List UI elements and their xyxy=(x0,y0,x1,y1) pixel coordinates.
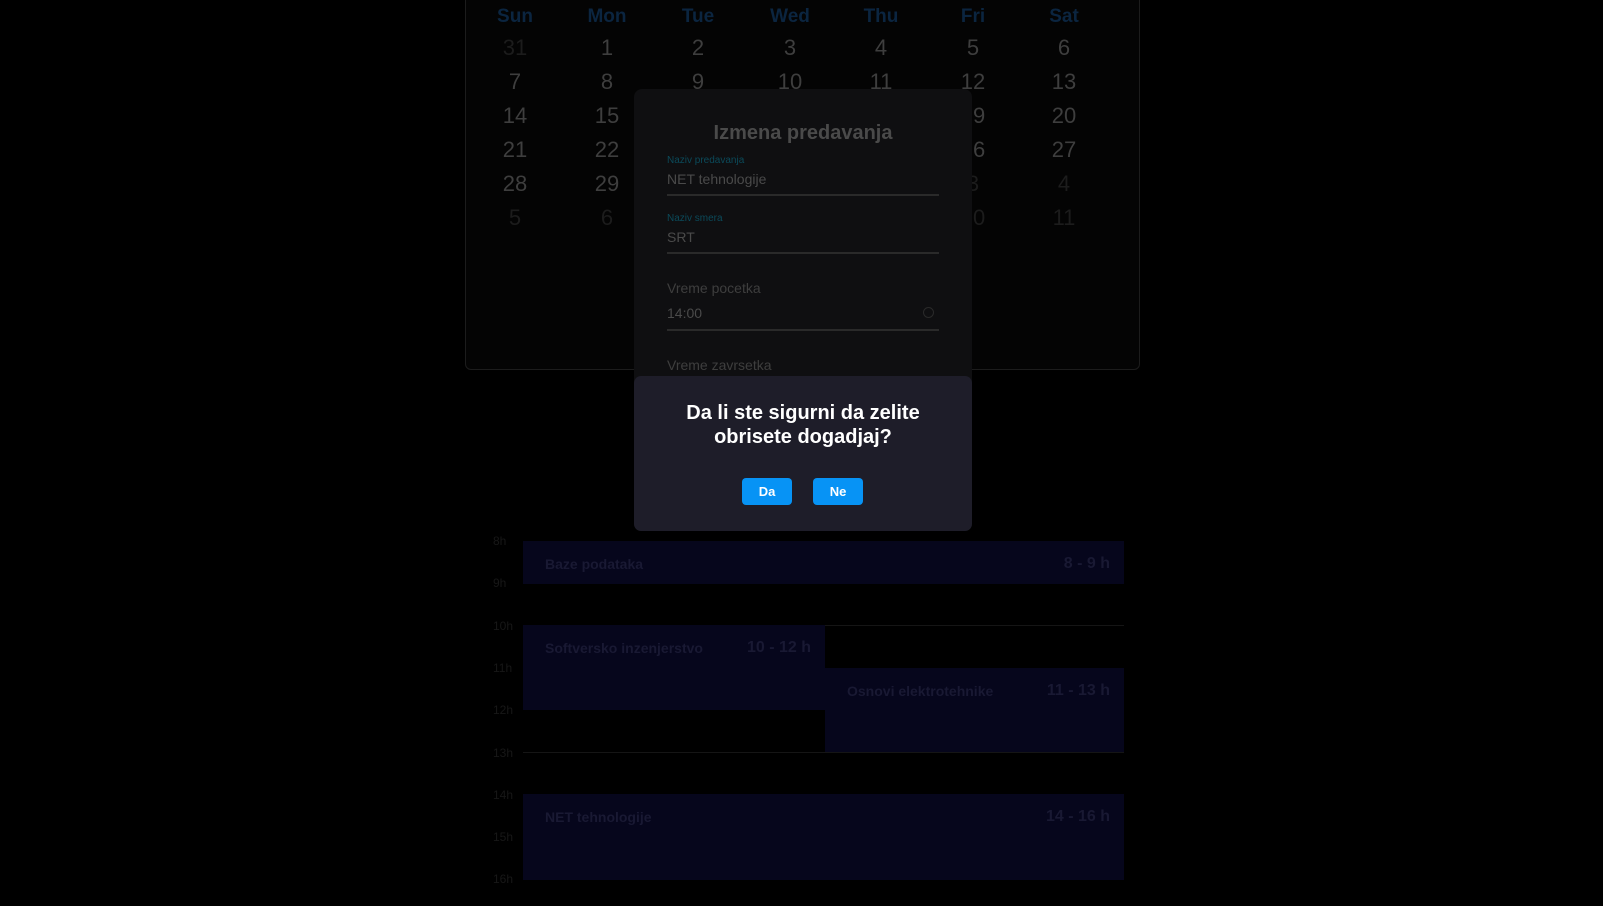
calendar-day[interactable]: 28 xyxy=(475,171,555,197)
calendar-day[interactable]: 7 xyxy=(475,69,555,95)
start-time-input[interactable]: 14:00 xyxy=(667,305,702,321)
hour-label: 13h xyxy=(493,745,514,760)
hour-label: 16h xyxy=(493,872,514,887)
event-time: 14 - 16 h xyxy=(1045,808,1110,825)
event-softversko-inzenjerstvo[interactable]: Softversko inzenjerstvo 10 - 12 h xyxy=(523,625,825,710)
event-time: 8 - 9 h xyxy=(1063,555,1110,572)
calendar-day[interactable]: 13 xyxy=(1024,69,1104,95)
program-underline xyxy=(667,252,939,254)
course-name-label: Naziv predavanja xyxy=(667,155,745,166)
end-time-label: Vreme zavrsetka xyxy=(667,357,772,373)
event-time: 11 - 13 h xyxy=(1046,682,1110,699)
event-time: 10 - 12 h xyxy=(746,639,811,656)
calendar-day[interactable]: 20 xyxy=(1024,103,1104,129)
day-timeline: 8h 9h 10h 11h 12h 13h 14h 15h 16h Baze podataka … xyxy=(472,505,1138,906)
calendar-day[interactable]: 31 xyxy=(475,35,555,61)
calendar-day[interactable]: 4 xyxy=(841,35,921,61)
hour-label: 11h xyxy=(493,660,513,675)
calendar-day[interactable]: 2 xyxy=(658,35,738,61)
weekday-label: Wed xyxy=(770,6,810,27)
event-title: Osnovi elektrotehnike xyxy=(847,683,994,699)
confirm-yes-button[interactable]: Da xyxy=(742,478,792,505)
weekday-label: Thu xyxy=(863,6,899,27)
weekday-label: Sun xyxy=(497,6,533,27)
event-title: Baze podataka xyxy=(545,556,644,572)
calendar-day[interactable]: 6 xyxy=(1024,35,1104,61)
hour-label: 10h xyxy=(493,618,514,633)
calendar-day[interactable]: 1 xyxy=(567,35,647,61)
calendar-day[interactable]: 11 xyxy=(1024,205,1104,231)
calendar-day[interactable]: 4 xyxy=(1024,171,1104,197)
weekday-label: Fri xyxy=(960,6,986,27)
calendar-day[interactable]: 3 xyxy=(750,35,830,61)
calendar-day[interactable]: 5 xyxy=(933,35,1013,61)
program-input[interactable]: SRT xyxy=(667,229,695,245)
calendar-day[interactable]: 27 xyxy=(1024,137,1104,163)
course-name-underline xyxy=(667,194,939,196)
edit-lecture-modal: Izmena predavanja Naziv predavanja NET t… xyxy=(634,89,972,389)
event-baze-podataka[interactable]: Baze podataka 8 - 9 h xyxy=(523,541,1124,584)
weekday-label: Tue xyxy=(681,6,715,27)
start-time-underline xyxy=(667,329,939,331)
confirm-message: Da li ste sigurni da zelite obrisete dog… xyxy=(686,402,920,448)
start-time-label: Vreme pocetka xyxy=(667,280,761,296)
weekday-label: Sat xyxy=(1049,6,1079,27)
event-title: NET tehnologije xyxy=(545,809,652,825)
confirm-no-button[interactable]: Ne xyxy=(813,478,863,505)
confirm-delete-dialog: Da li ste sigurni da zelite obrisete dog… xyxy=(634,376,972,531)
weekday-label: Mon xyxy=(587,6,627,27)
course-name-input[interactable]: NET tehnologije xyxy=(667,171,766,187)
edit-modal-title: Izmena predavanja xyxy=(713,122,893,144)
clock-icon[interactable] xyxy=(923,307,934,318)
program-label: Naziv smera xyxy=(667,213,723,224)
event-title: Softversko inzenjerstvo xyxy=(545,640,703,656)
calendar-day[interactable]: 14 xyxy=(475,103,555,129)
event-net-tehnologije[interactable]: NET tehnologije 14 - 16 h xyxy=(523,794,1124,880)
hour-label: 15h xyxy=(493,830,514,845)
hour-label: 12h xyxy=(493,703,514,718)
calendar-day[interactable]: 5 xyxy=(475,205,555,231)
hour-label: 9h xyxy=(493,576,507,591)
hour-divider xyxy=(523,752,1124,753)
event-osnovi-elektrotehnike[interactable]: Osnovi elektrotehnike 11 - 13 h xyxy=(825,668,1124,752)
hour-label: 8h xyxy=(493,534,507,548)
calendar-day[interactable]: 21 xyxy=(475,137,555,163)
hour-label: 14h xyxy=(493,787,514,802)
